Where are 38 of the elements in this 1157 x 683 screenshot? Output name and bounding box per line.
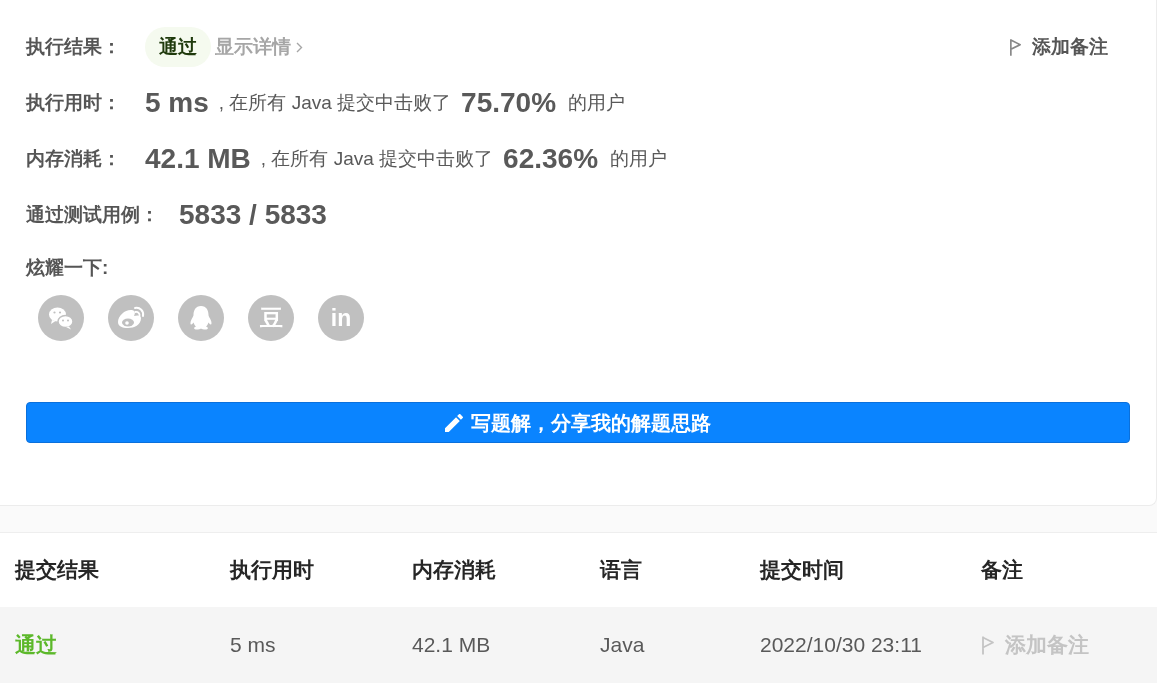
- stat-value: 42.1 MB: [145, 142, 251, 176]
- chevron-right-icon: [296, 41, 303, 53]
- write-solution-button[interactable]: 写题解，分享我的解题思路: [26, 402, 1130, 443]
- stat-label: 内存消耗：: [26, 146, 121, 171]
- status-badge: 通过: [145, 27, 211, 67]
- show-details-link[interactable]: 显示详情: [215, 32, 303, 62]
- share-label: 炫耀一下:: [26, 255, 109, 280]
- status-text: 通过: [15, 632, 57, 659]
- column-header: 执行用时: [230, 557, 314, 584]
- share-button[interactable]: 豆: [248, 295, 294, 341]
- stat-label: 执行用时：: [26, 90, 121, 115]
- pencil-icon: [445, 413, 463, 432]
- penguin-icon[interactable]: [178, 295, 224, 341]
- table-cell-text: Java: [600, 632, 645, 659]
- table-cell-text: 5 ms: [230, 632, 276, 659]
- share-button[interactable]: in: [318, 295, 364, 341]
- stat-value: 5 ms: [145, 86, 209, 120]
- tests-label: 通过测试用例：: [26, 202, 159, 227]
- stat-comparison: , 在所有 Java 提交中击败了: [218, 90, 452, 115]
- table-cell-text: 42.1 MB: [412, 632, 491, 659]
- tests-value: 5833 / 5833: [179, 198, 327, 232]
- column-header: 备注: [981, 557, 1023, 584]
- stat-suffix: 的用户: [568, 90, 626, 115]
- add-note-button[interactable]: 添加备注: [1009, 32, 1108, 62]
- column-header: 提交结果: [15, 557, 99, 584]
- eye-with-waves-icon[interactable]: [108, 295, 154, 341]
- flag-icon: [1009, 37, 1022, 57]
- stat-percent: 75.70%: [461, 86, 557, 120]
- stat-suffix: 的用户: [610, 146, 668, 171]
- table-cell-text: 2022/10/30 23:11: [760, 632, 922, 659]
- result-label: 执行结果：: [26, 34, 121, 59]
- stat-percent: 62.36%: [503, 142, 599, 176]
- flag-icon: [981, 634, 995, 656]
- column-header: 内存消耗: [412, 557, 496, 584]
- chat-bubbles-icon[interactable]: [38, 295, 84, 341]
- stat-comparison: , 在所有 Java 提交中击败了: [260, 146, 494, 171]
- column-header: 语言: [600, 557, 642, 584]
- column-header: 提交时间: [760, 557, 844, 584]
